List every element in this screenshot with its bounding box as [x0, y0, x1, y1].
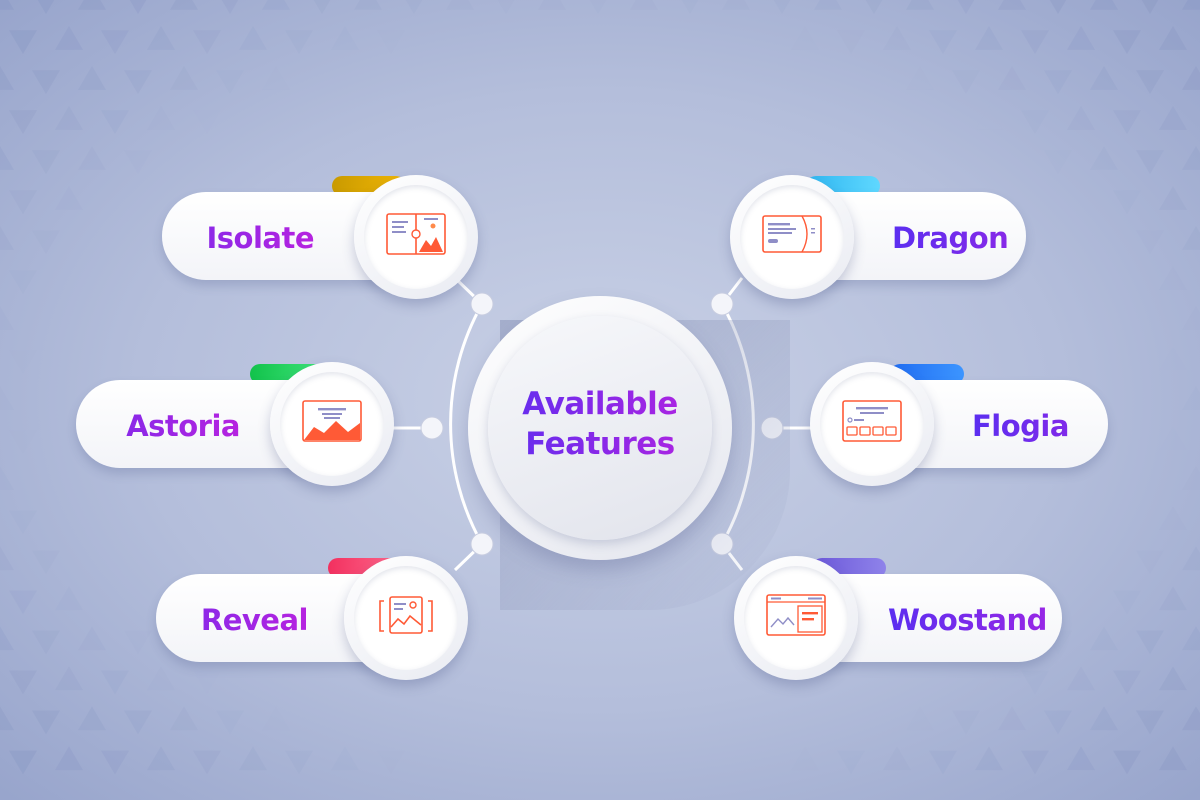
feature-label-isolate: Isolate — [74, 214, 314, 262]
card-layout-icon — [762, 215, 822, 253]
center-title-line2: Features — [488, 426, 712, 462]
reveal-image-icon — [379, 596, 433, 634]
feature-icon-ring-flogia — [810, 362, 934, 486]
feature-label-astoria: Astoria — [0, 402, 240, 450]
feature-icon-ring-astoria — [270, 362, 394, 486]
feature-label-flogia: Flogia — [972, 402, 1200, 450]
hero-banner-layout-icon — [302, 400, 362, 442]
split-image-layout-icon — [386, 213, 446, 255]
feature-icon-ring-reveal — [344, 556, 468, 680]
feature-icon-ring-isolate — [354, 175, 478, 299]
feature-icon-ring-woostand — [734, 556, 858, 680]
grid-layout-icon — [842, 400, 902, 442]
feature-icon-ring-dragon — [730, 175, 854, 299]
chart-panel-layout-icon — [766, 594, 826, 636]
features-diagram: Available Features Isolate Astoria Revea… — [0, 0, 1200, 800]
center-title-line1: Available — [488, 386, 712, 422]
connector-dot — [470, 292, 494, 316]
feature-label-reveal: Reveal — [68, 596, 309, 644]
center-hub-inner: Available Features — [488, 316, 712, 540]
feature-label-dragon: Dragon — [892, 214, 1132, 262]
feature-label-woostand: Woostand — [888, 596, 1128, 644]
connector-dot — [710, 292, 734, 316]
connector-dot — [420, 416, 444, 440]
center-hub: Available Features — [468, 296, 732, 560]
connector-dot — [470, 532, 494, 556]
